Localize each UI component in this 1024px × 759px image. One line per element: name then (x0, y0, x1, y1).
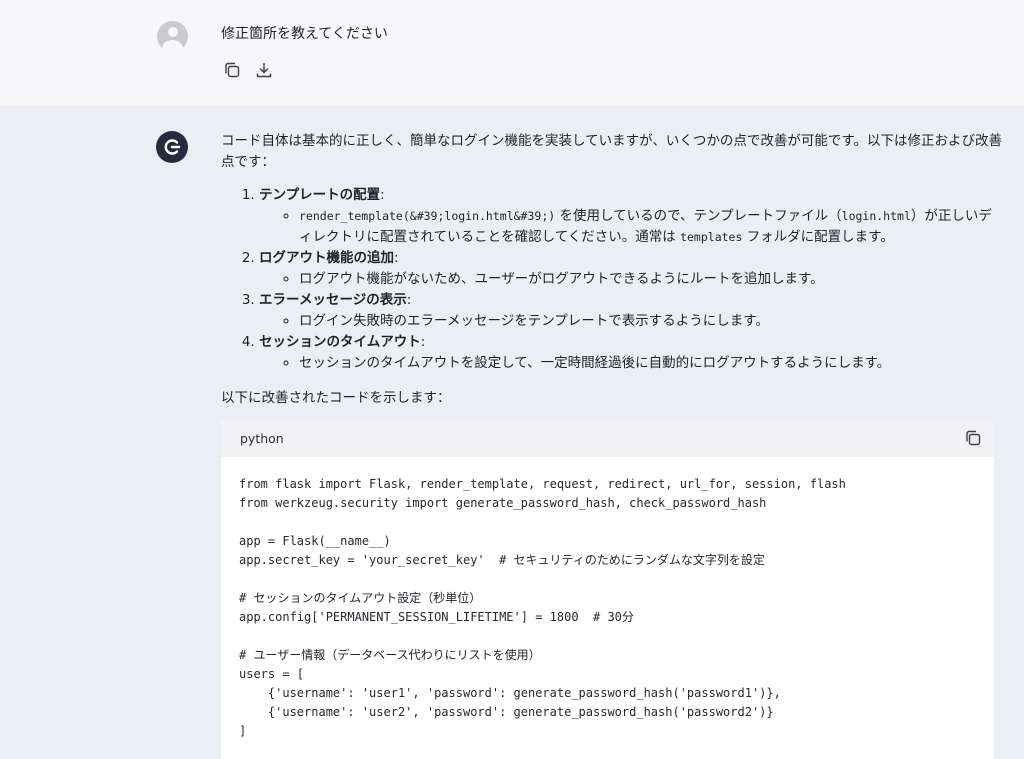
code-block-header: python (221, 419, 994, 457)
code-line: # ユーザー情報（データベース代わりにリストを使用） (239, 648, 541, 662)
code-block: python from flask import Flask, render_t… (221, 419, 994, 759)
code-line: app.secret_key = 'your_secret_key' # セキュ… (239, 553, 765, 567)
item-title: セッションのタイムアウト (259, 334, 421, 350)
code-line: app.config['PERMANENT_SESSION_LIFETIME']… (239, 610, 634, 624)
list-item: エラーメッセージの表示: ログイン失敗時のエラーメッセージをテンプレートで表示す… (259, 290, 1004, 332)
inline-code: templates (680, 230, 743, 244)
code-line: app = Flask(__name__) (239, 534, 391, 548)
item-detail-text: フォルダに配置します。 (742, 229, 894, 245)
item-detail: ログイン失敗時のエラーメッセージをテンプレートで表示するようにします。 (299, 311, 1004, 332)
code-language-label: python (240, 430, 284, 446)
improvement-list: テンプレートの配置: render_template(&#39;login.ht… (221, 185, 1004, 374)
inline-code: login.html (841, 209, 911, 223)
user-message-text: 修正箇所を教えてください (221, 26, 388, 42)
assistant-outro: 以下に改善されたコードを示します： (221, 390, 451, 406)
code-line: {'username': 'user2', 'password': genera… (239, 705, 774, 719)
item-detail: ログアウト機能がないため、ユーザーがログアウトできるようにルートを追加します。 (299, 269, 1004, 290)
inline-code: render_template(&#39;login.html&#39;) (299, 209, 556, 223)
item-detail: render_template(&#39;login.html&#39;) を使… (299, 206, 1004, 248)
list-item: テンプレートの配置: render_template(&#39;login.ht… (259, 185, 1004, 248)
code-line: from flask import Flask, render_template… (239, 477, 846, 491)
assistant-message: コード自体は基本的に正しく、簡単なログイン機能を実装していますが、いくつかの点で… (221, 131, 1004, 409)
code-content[interactable]: from flask import Flask, render_template… (221, 457, 994, 741)
item-title: ログアウト機能の追加 (259, 250, 394, 266)
item-detail: セッションのタイムアウトを設定して、一定時間経過後に自動的にログアウトするように… (299, 353, 1004, 374)
code-line: {'username': 'user1', 'password': genera… (239, 686, 781, 700)
code-line: ] (239, 724, 247, 738)
item-title: テンプレートの配置 (259, 187, 381, 203)
code-line: from werkzeug.security import generate_p… (239, 496, 767, 510)
item-title: エラーメッセージの表示 (259, 292, 407, 308)
user-message-block: 修正箇所を教えてください (0, 0, 1024, 106)
list-item: ログアウト機能の追加: ログアウト機能がないため、ユーザーがログアウトできるよう… (259, 248, 1004, 290)
code-line: # セッションのタイムアウト設定（秒単位） (239, 591, 482, 605)
download-icon[interactable] (254, 60, 274, 80)
assistant-logo-icon (156, 131, 188, 163)
list-item: セッションのタイムアウト: セッションのタイムアウトを設定して、一定時間経過後に… (259, 332, 1004, 374)
item-detail-text: を使用しているので、テンプレートファイル（ (555, 208, 842, 224)
code-line: users = [ (239, 667, 305, 681)
copy-icon[interactable] (222, 60, 242, 80)
assistant-intro: コード自体は基本的に正しく、簡単なログイン機能を実装していますが、いくつかの点で… (221, 133, 1002, 170)
copy-code-icon[interactable] (964, 429, 982, 447)
user-avatar (157, 21, 188, 52)
